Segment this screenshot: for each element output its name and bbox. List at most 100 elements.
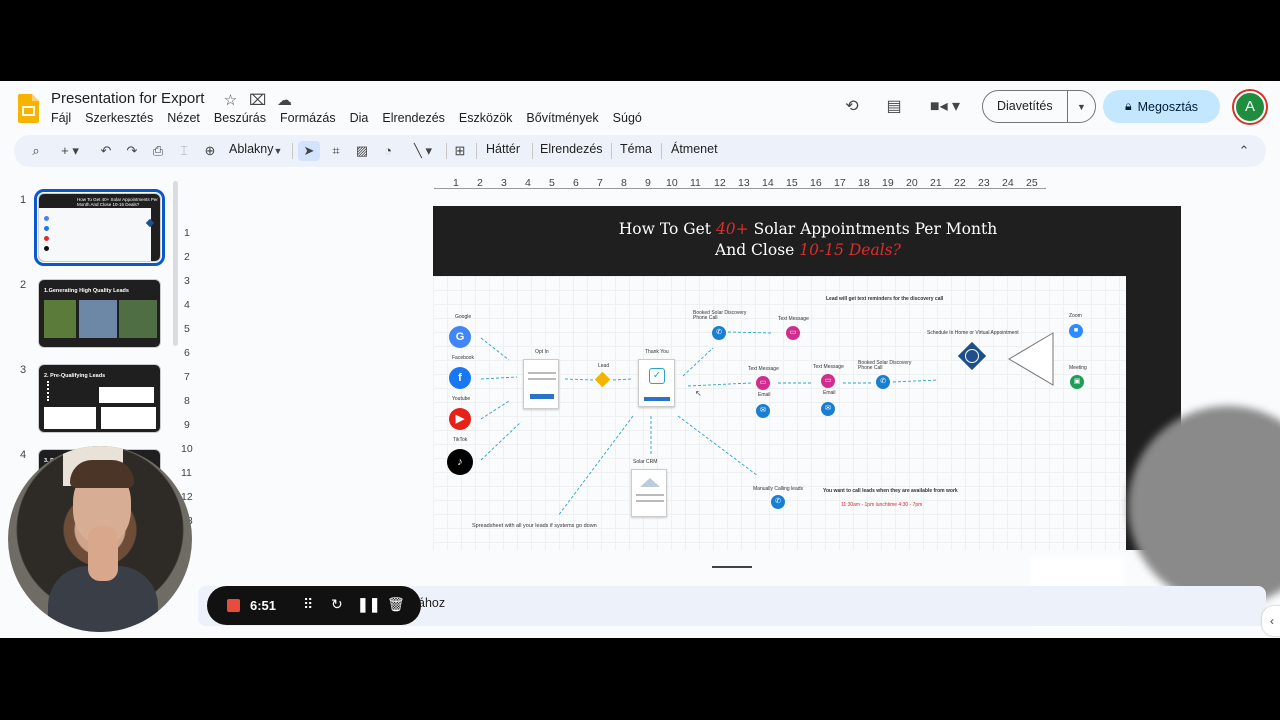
presenter-hair [70,460,134,488]
sms-icon: ▭ [756,376,770,390]
ruler-tick-label: 11 [181,467,192,479]
paint-format-icon[interactable]: ⌶ [174,141,194,161]
ruler-tick-label: 17 [834,177,846,189]
collapse-toolbar-icon[interactable]: ⌃ [1234,141,1254,161]
webcam-overlay[interactable] [8,446,192,632]
toolbar-divider [532,143,533,159]
drag-handle-icon[interactable]: ⠿ [303,596,313,613]
select-cursor-icon[interactable]: ➤ [298,141,320,161]
speaker-notes-placeholder[interactable]: ához [418,596,445,610]
facebook-icon: f [449,367,471,389]
share-button[interactable]: 🔒︎ Megosztás [1103,90,1220,123]
label-spreadsheet: Spreadsheet with all your leads if syste… [472,523,597,529]
ruler-tick-label: 23 [978,177,990,189]
slide-thumbnail-3[interactable]: 2. Pre-Qualifying Leads [38,364,161,433]
ruler-tick-label: 2 [477,177,483,189]
menu-slide[interactable]: Dia [350,111,376,125]
slide-thumbnail-1[interactable]: How To Get 40+ Solar Appointments Per Mo… [34,189,165,266]
zoom-select[interactable]: Ablakny [229,142,273,156]
version-history-icon[interactable]: ⟲ [841,96,863,118]
slideshow-label[interactable]: Diavetítés [983,91,1068,122]
slide-thumbnail-2[interactable]: 1.Generating High Quality Leads [38,279,161,348]
label-solarcrm: Solar CRM [633,459,658,465]
menu-tools[interactable]: Eszközök [459,111,520,125]
redo-icon[interactable]: ↷ [122,141,142,161]
label-text-message-3: Text Message [813,364,844,370]
sms-icon: ▭ [821,374,835,388]
document-title[interactable]: Presentation for Export [51,90,204,107]
ruler-tick-label: 24 [1002,177,1014,189]
menu-arrange[interactable]: Elrendezés [382,111,452,125]
frame-select-icon[interactable]: ⌗ [326,141,346,161]
slides-app: Presentation for Export ☆ ⌧ ☁ Fájl Szerk… [0,81,1280,638]
theme-button[interactable]: Téma [620,142,652,156]
restart-icon[interactable]: ↻ [331,596,343,613]
menu-extensions[interactable]: Bővítmények [526,111,605,125]
ruler-tick-label: 7 [597,177,603,189]
youtube-icon: ▶ [449,408,471,430]
add-comment-icon[interactable]: ⊞ [450,141,470,161]
zoom-icon[interactable]: ⊕ [200,141,220,161]
menu-help[interactable]: Súgó [613,111,649,125]
label-zoom: Zoom [1069,313,1082,319]
ruler-tick-label: 8 [184,395,190,407]
funnel-diagram[interactable]: Google G Facebook f Youtube ▶ TikTok ♪ O… [433,276,1126,550]
thumbnail-title: 1.Generating High Quality Leads [44,288,129,294]
menu-view[interactable]: Nézet [167,111,207,125]
label-tiktok: TikTok [453,437,468,443]
slide-number: 2 [20,279,27,291]
delete-icon[interactable]: 🗑︎ [387,596,405,613]
account-avatar[interactable]: A [1234,91,1266,123]
title-highlight: 40+ [715,220,749,238]
slideshow-button[interactable]: Diavetítés ▼ [982,90,1096,123]
filmstrip-scrollbar[interactable] [173,181,178,346]
ruler-tick-label: 9 [184,419,190,431]
image-icon[interactable]: ▨ [352,141,372,161]
cloud-status-icon[interactable]: ☁ [276,91,293,109]
phone-icon: ✆ [771,495,785,509]
pause-icon[interactable]: ❚❚ [357,596,380,613]
title-text: Solar Appointments Per Month [748,220,998,238]
print-icon[interactable]: ⎙ [148,141,168,161]
phone-icon: ✆ [876,375,890,389]
label-email-1: Email [758,392,771,398]
line-icon[interactable]: ╲ ▾ [406,141,440,161]
menu-insert[interactable]: Beszúrás [214,111,273,125]
ruler-tick-label: 14 [762,177,774,189]
menu-format[interactable]: Formázás [280,111,343,125]
transition-button[interactable]: Átmenet [671,142,718,156]
move-folder-icon[interactable]: ⌧ [249,91,266,109]
slide-number: 1 [20,194,27,206]
solar-crm-card [631,469,667,517]
toolbar-divider [661,143,662,159]
ruler-tick-label: 11 [690,177,701,189]
layout-button[interactable]: Elrendezés [540,142,603,156]
title-text: How To Get [618,220,716,238]
menu-file[interactable]: Fájl [51,111,78,125]
slides-logo-icon[interactable] [18,94,39,123]
zoom-dropdown-icon[interactable]: ▼ [272,141,284,161]
meet-camera-icon[interactable]: ■◂ ▾ [928,96,962,118]
notes-resize-handle[interactable] [712,566,752,568]
slide-title[interactable]: How To Get 40+ Solar Appointments Per Mo… [433,219,1181,261]
search-menus-icon[interactable]: ⌕ [26,141,46,161]
recording-controls: 6:51 ⠿ ↻ ❚❚ 🗑︎ [207,586,421,625]
ruler-tick-label: 18 [858,177,870,189]
menu-edit[interactable]: Szerkesztés [85,111,160,125]
undo-icon[interactable]: ↶ [96,141,116,161]
label-email-2: Email [823,390,836,396]
slide-canvas[interactable]: How To Get 40+ Solar Appointments Per Mo… [433,206,1181,550]
ruler-tick-label: 22 [954,177,966,189]
title-text: And Close [715,241,800,259]
ruler-tick-label: 8 [621,177,627,189]
slideshow-dropdown-icon[interactable]: ▼ [1068,102,1095,112]
new-slide-icon[interactable]: + ▾ [54,141,86,161]
background-button[interactable]: Háttér [486,142,520,156]
comments-icon[interactable]: ▤ [883,96,905,118]
side-panel-toggle-icon[interactable]: ‹ [1262,606,1280,636]
stop-recording-button[interactable] [227,599,240,612]
ruler-tick-label: 10 [181,443,193,455]
label-reminders: Lead will get text reminders for the dis… [826,296,944,302]
shape-icon[interactable]: ◔ [378,141,398,161]
star-icon[interactable]: ☆ [222,91,239,109]
